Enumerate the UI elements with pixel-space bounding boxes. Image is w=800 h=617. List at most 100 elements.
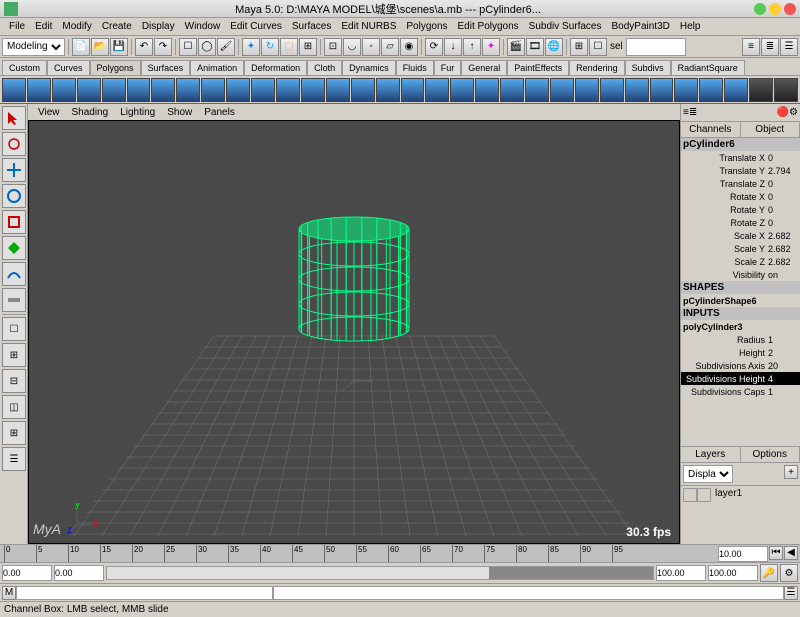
shelf-merge[interactable] bbox=[425, 78, 449, 102]
shelf-collapse[interactable] bbox=[450, 78, 474, 102]
undo-button[interactable]: ↶ bbox=[135, 38, 153, 56]
mode-dropdown[interactable]: Modeling bbox=[2, 38, 65, 56]
construction-icon[interactable]: ✦ bbox=[482, 38, 500, 56]
align2-icon[interactable]: ≣ bbox=[689, 107, 697, 118]
shelf-tab-dynamics[interactable]: Dynamics bbox=[342, 60, 396, 75]
tab-object[interactable]: Object bbox=[741, 122, 800, 137]
ipr-icon[interactable]: 🎞 bbox=[526, 38, 544, 56]
scale-tool-icon[interactable]: ⬚ bbox=[280, 38, 298, 56]
two-pane-v-icon[interactable]: ◫ bbox=[2, 395, 26, 419]
cylinder-object[interactable] bbox=[294, 214, 414, 344]
menu-subdiv-surfaces[interactable]: Subdiv Surfaces bbox=[524, 21, 607, 32]
shape-name[interactable]: pCylinderShape6 bbox=[683, 296, 798, 306]
menu-edit-polygons[interactable]: Edit Polygons bbox=[453, 21, 524, 32]
shelf-paint-icon[interactable] bbox=[774, 78, 798, 102]
shelf-cleanup[interactable] bbox=[575, 78, 599, 102]
shelf-pyramid[interactable] bbox=[176, 78, 200, 102]
range-end-input[interactable] bbox=[656, 565, 706, 581]
layer-vis-toggle[interactable] bbox=[683, 488, 697, 502]
shelf-tab-curves[interactable]: Curves bbox=[47, 60, 90, 75]
snap-curve-icon[interactable]: ◡ bbox=[343, 38, 361, 56]
history-icon[interactable]: ⟳ bbox=[425, 38, 443, 56]
render-icon[interactable]: 🎬 bbox=[507, 38, 525, 56]
color-icon[interactable]: 🔴 bbox=[777, 107, 789, 118]
shelf-tab-fur[interactable]: Fur bbox=[434, 60, 462, 75]
channel-row[interactable]: Scale X2.682 bbox=[681, 229, 800, 242]
shelf-tab-polygons[interactable]: Polygons bbox=[90, 60, 141, 75]
single-view-icon[interactable]: ☐ bbox=[589, 38, 607, 56]
paint-tool-icon[interactable]: 🖌 bbox=[217, 38, 235, 56]
channel-row[interactable]: Visibilityon bbox=[681, 268, 800, 281]
shelf-extrude[interactable] bbox=[376, 78, 400, 102]
rotate-tool[interactable] bbox=[2, 184, 26, 208]
mel-icon[interactable]: M bbox=[2, 586, 16, 600]
outliner-pane-icon[interactable]: ☰ bbox=[2, 447, 26, 471]
snap-live-icon[interactable]: ◉ bbox=[400, 38, 418, 56]
shelf-combine[interactable] bbox=[699, 78, 723, 102]
channel-row[interactable]: Rotate Y0 bbox=[681, 203, 800, 216]
shelf-tab-painteffects[interactable]: PaintEffects bbox=[507, 60, 569, 75]
viewport[interactable]: 30.3 fps y x z MyA bbox=[28, 120, 680, 544]
shelf-split[interactable] bbox=[351, 78, 375, 102]
menu-polygons[interactable]: Polygons bbox=[401, 21, 452, 32]
shelf-sphere[interactable] bbox=[2, 78, 26, 102]
menu-modify[interactable]: Modify bbox=[57, 21, 96, 32]
vp-menu-show[interactable]: Show bbox=[161, 107, 198, 118]
soft-mod-tool[interactable] bbox=[2, 262, 26, 286]
vp-menu-shading[interactable]: Shading bbox=[66, 107, 115, 118]
four-view-icon[interactable]: ⊞ bbox=[570, 38, 588, 56]
manipulator-tool[interactable] bbox=[2, 236, 26, 260]
lasso-tool-icon[interactable]: ◯ bbox=[198, 38, 216, 56]
shelf-tab-custom[interactable]: Custom bbox=[2, 60, 47, 75]
shelf-triangulate[interactable] bbox=[500, 78, 524, 102]
shelf-tab-surfaces[interactable]: Surfaces bbox=[141, 60, 191, 75]
play-start-icon[interactable]: ⏮ bbox=[769, 546, 783, 560]
menu-bodypaint3d[interactable]: BodyPaint3D bbox=[607, 21, 675, 32]
layer-type-toggle[interactable] bbox=[697, 488, 711, 502]
input-row[interactable]: Subdivisions Caps1 bbox=[681, 385, 800, 398]
scale-tool[interactable] bbox=[2, 210, 26, 234]
select-tool-icon[interactable]: ☐ bbox=[179, 38, 197, 56]
menu-window[interactable]: Window bbox=[180, 21, 226, 32]
maximize-button[interactable] bbox=[769, 3, 781, 15]
channel-row[interactable]: Rotate X0 bbox=[681, 190, 800, 203]
menu-surfaces[interactable]: Surfaces bbox=[287, 21, 336, 32]
shelf-tab-deformation[interactable]: Deformation bbox=[244, 60, 307, 75]
shelf-reduce[interactable] bbox=[550, 78, 574, 102]
shelf-tab-general[interactable]: General bbox=[461, 60, 507, 75]
output-icon[interactable]: ↑ bbox=[463, 38, 481, 56]
vp-menu-view[interactable]: View bbox=[32, 107, 66, 118]
redo-button[interactable]: ↷ bbox=[154, 38, 172, 56]
tab-options[interactable]: Options bbox=[741, 447, 800, 462]
shelf-cube[interactable] bbox=[27, 78, 51, 102]
new-scene-button[interactable]: 📄 bbox=[72, 38, 90, 56]
lasso-tool[interactable] bbox=[2, 132, 26, 156]
time-end-input[interactable] bbox=[718, 546, 768, 562]
menu-file[interactable]: File bbox=[4, 21, 30, 32]
panel-toggle2-icon[interactable]: ≣ bbox=[761, 38, 779, 56]
two-pane-h-icon[interactable]: ⊟ bbox=[2, 369, 26, 393]
shelf-mel-icon[interactable] bbox=[749, 78, 773, 102]
shelf-tab-animation[interactable]: Animation bbox=[190, 60, 244, 75]
rotate-tool-icon[interactable]: ↻ bbox=[261, 38, 279, 56]
input-icon[interactable]: ↓ bbox=[444, 38, 462, 56]
input-row[interactable]: Height2 bbox=[681, 346, 800, 359]
menu-edit-nurbs[interactable]: Edit NURBS bbox=[336, 21, 401, 32]
shelf-plane[interactable] bbox=[102, 78, 126, 102]
show-manip-tool[interactable] bbox=[2, 288, 26, 312]
minimize-button[interactable] bbox=[754, 3, 766, 15]
menu-display[interactable]: Display bbox=[137, 21, 180, 32]
shelf-tab-rendering[interactable]: Rendering bbox=[569, 60, 625, 75]
snap-grid-icon[interactable]: ⊡ bbox=[324, 38, 342, 56]
layer-name[interactable]: layer1 bbox=[711, 488, 742, 502]
shelf-torus[interactable] bbox=[127, 78, 151, 102]
gear-icon[interactable]: ⚙ bbox=[789, 107, 798, 118]
shelf-boolean[interactable] bbox=[674, 78, 698, 102]
shelf-platonics[interactable] bbox=[276, 78, 300, 102]
shelf-bevel[interactable] bbox=[401, 78, 425, 102]
close-button[interactable] bbox=[784, 3, 796, 15]
shelf-text[interactable] bbox=[301, 78, 325, 102]
shelf-prism[interactable] bbox=[151, 78, 175, 102]
input-row[interactable]: Radius1 bbox=[681, 333, 800, 346]
range-thumb[interactable] bbox=[489, 567, 653, 579]
